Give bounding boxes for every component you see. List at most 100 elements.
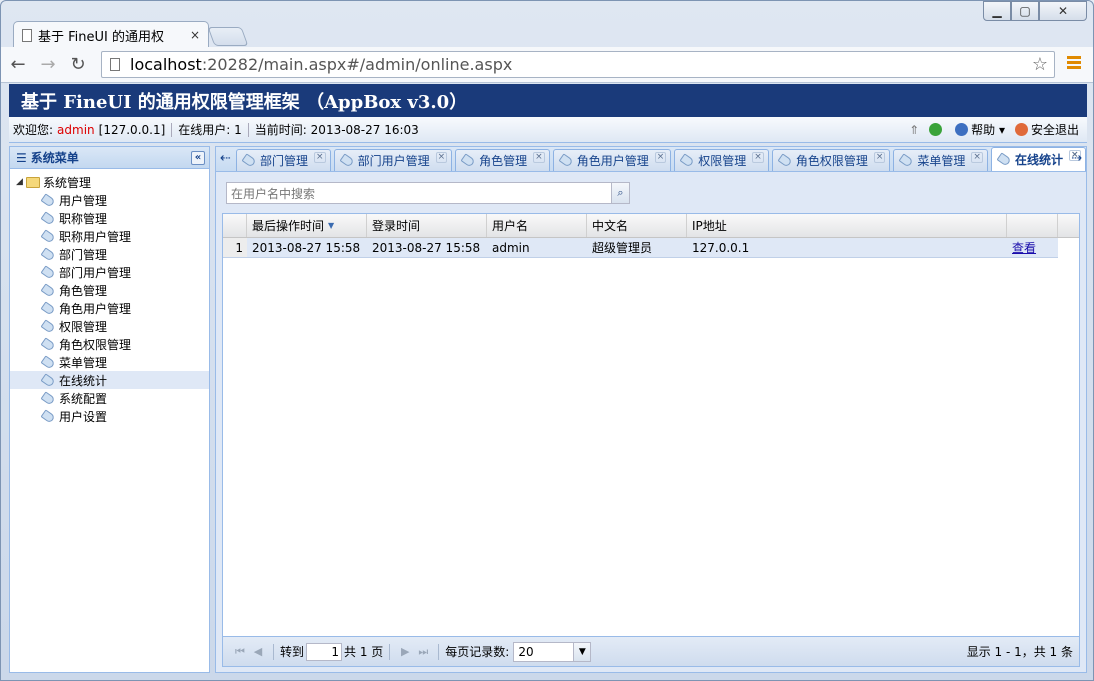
app-info-bar: 欢迎您: admin [127.0.0.1] 在线用户: 1 当前时间: 201… xyxy=(9,117,1087,143)
sidebar-item[interactable]: 用户管理 xyxy=(10,191,209,209)
window-controls: ▁ ▢ ✕ xyxy=(983,1,1087,21)
first-page-icon[interactable]: ⏮ xyxy=(231,645,249,659)
logout-button[interactable]: 安全退出 xyxy=(1014,121,1079,138)
column-header-login[interactable]: 登录时间 xyxy=(367,214,487,237)
back-arrow-icon[interactable]: ← xyxy=(5,52,31,78)
last-page-icon[interactable]: ⏭ xyxy=(414,645,432,659)
sidebar-item-label: 角色管理 xyxy=(59,283,108,298)
view-link[interactable]: 查看 xyxy=(1012,239,1036,256)
time-label: 当前时间: xyxy=(254,123,307,137)
help-button[interactable]: 帮助 ▾ xyxy=(955,121,1005,138)
column-header-last-op[interactable]: 最后操作时间 ▼ xyxy=(247,214,367,237)
main-tab[interactable]: 角色管理 × xyxy=(455,149,550,171)
sidebar-item[interactable]: 权限管理 xyxy=(10,317,209,335)
page-icon xyxy=(110,58,120,71)
main-tab[interactable]: 角色用户管理 × xyxy=(552,149,672,171)
cell-username: admin xyxy=(492,240,530,255)
prev-page-icon[interactable]: ◀ xyxy=(249,645,267,658)
sidebar-item[interactable]: 在线统计 xyxy=(10,371,209,389)
main-tab-label: 在线统计 xyxy=(1014,153,1063,167)
sidebar-item-label: 角色用户管理 xyxy=(59,301,132,316)
close-tab-icon[interactable]: × xyxy=(752,152,764,163)
address-bar[interactable]: localhost:20282/main.aspx#/admin/online.… xyxy=(101,51,1055,78)
rownum-header xyxy=(223,214,247,237)
close-tab-icon[interactable]: × xyxy=(435,152,448,163)
minimize-button[interactable]: ▁ xyxy=(983,1,1011,21)
search-icon[interactable]: ⌕ xyxy=(611,183,629,203)
main-tab-label: 角色管理 xyxy=(479,154,528,168)
tab-scroll-right-icon[interactable]: ⇢ xyxy=(1071,151,1082,166)
refresh-icon[interactable] xyxy=(929,123,945,136)
close-tab-icon[interactable]: × xyxy=(654,152,667,163)
forward-arrow-icon[interactable]: → xyxy=(35,52,61,78)
tag-icon xyxy=(40,372,56,388)
tag-icon xyxy=(777,153,793,168)
tag-icon xyxy=(40,354,56,370)
close-tab-icon[interactable]: × xyxy=(190,28,200,42)
sidebar-item-label: 用户设置 xyxy=(59,409,108,424)
sidebar-item[interactable]: 部门管理 xyxy=(10,245,209,263)
sidebar-item[interactable]: 菜单管理 xyxy=(10,353,209,371)
sidebar-item[interactable]: 用户设置 xyxy=(10,407,209,425)
close-tab-icon[interactable]: × xyxy=(971,152,983,163)
browser-tab-title: 基于 FineUI 的通用权 xyxy=(38,29,164,45)
column-header-ip[interactable]: IP地址 xyxy=(687,214,1007,237)
reload-icon[interactable]: ↻ xyxy=(65,52,91,78)
main-tab[interactable]: 角色权限管理 × xyxy=(771,149,891,171)
sidebar: ☰ 系统菜单 « ◢ 系统管理 用户管理 职称管理 职称用户管理 部门管理 部门用户管理… xyxy=(9,146,210,673)
main-tab[interactable]: 部门管理 × xyxy=(236,149,331,171)
close-tab-icon[interactable]: × xyxy=(873,152,886,163)
main-tab[interactable]: 部门用户管理 × xyxy=(333,149,453,171)
close-window-button[interactable]: ✕ xyxy=(1039,1,1087,21)
collapse-header-icon[interactable]: ⇑ xyxy=(909,123,919,137)
tree-root-system[interactable]: ◢ 系统管理 xyxy=(10,173,209,191)
cell-ip: 127.0.0.1 xyxy=(692,240,750,255)
search-input[interactable]: 在用户名中搜索 ⌕ xyxy=(226,182,630,204)
collapse-sidebar-button[interactable]: « xyxy=(191,150,205,165)
new-tab-button[interactable] xyxy=(207,27,249,46)
tag-icon xyxy=(339,153,355,168)
sidebar-title: 系统菜单 xyxy=(30,151,79,165)
cell-chinese-name: 超级管理员 xyxy=(592,241,653,255)
page-number-input[interactable] xyxy=(306,642,343,661)
sort-desc-icon: ▼ xyxy=(328,221,335,230)
page-size-select[interactable]: 20 ▼ xyxy=(513,641,592,662)
sidebar-item[interactable]: 角色权限管理 xyxy=(10,335,209,353)
close-tab-icon[interactable]: × xyxy=(533,152,545,163)
browser-tabstrip: 基于 FineUI 的通用权 × ▁ ▢ ✕ xyxy=(1,1,1093,48)
main-tab[interactable]: 权限管理 × xyxy=(674,149,769,171)
online-count: 1 xyxy=(234,122,242,137)
tag-icon xyxy=(40,408,56,424)
tag-icon xyxy=(898,153,914,168)
tag-icon xyxy=(460,153,476,168)
main-tab[interactable]: 菜单管理 × xyxy=(893,149,988,171)
sidebar-item[interactable]: 系统配置 xyxy=(10,389,209,407)
header-actions: ⇑ 帮助 ▾ 安全退出 xyxy=(899,121,1087,138)
current-user: admin xyxy=(57,122,95,137)
cell-last-op: 2013-08-27 15:58 xyxy=(252,240,361,255)
tab-scroll-left-icon[interactable]: ⇠ xyxy=(220,151,231,166)
column-header-chinese-name[interactable]: 中文名 xyxy=(587,214,687,237)
browser-menu-icon[interactable] xyxy=(1067,56,1081,71)
goto-label: 转到 xyxy=(280,645,305,659)
maximize-button[interactable]: ▢ xyxy=(1011,1,1039,21)
table-row[interactable]: 1 2013-08-27 15:58 2013-08-27 15:58 admi… xyxy=(223,238,1058,258)
main-tab-label: 部门管理 xyxy=(260,154,309,168)
sidebar-item[interactable]: 角色用户管理 xyxy=(10,299,209,317)
column-header-username[interactable]: 用户名 xyxy=(487,214,587,237)
sidebar-item[interactable]: 职称管理 xyxy=(10,209,209,227)
time-value: 2013-08-27 16:03 xyxy=(310,122,419,137)
sidebar-item[interactable]: 部门用户管理 xyxy=(10,263,209,281)
bookmark-star-icon[interactable]: ☆ xyxy=(1032,54,1048,75)
sidebar-item[interactable]: 职称用户管理 xyxy=(10,227,209,245)
close-tab-icon[interactable]: × xyxy=(314,152,326,163)
tag-icon xyxy=(40,192,56,208)
app-title: 基于 FineUI 的通用权限管理框架 （AppBox v3.0） xyxy=(21,91,468,113)
pager: ⏮ ◀ 转到 共 1 页 ▶ ⏭ 每页记录数: 20 ▼ 显示 1 - 1，共 xyxy=(223,636,1079,666)
main-tab-label: 部门用户管理 xyxy=(357,154,430,168)
browser-tab[interactable]: 基于 FineUI 的通用权 × xyxy=(13,21,209,48)
chevron-down-icon[interactable]: ▼ xyxy=(573,642,591,661)
next-page-icon[interactable]: ▶ xyxy=(396,645,414,658)
expand-triangle-icon[interactable]: ◢ xyxy=(16,177,26,187)
sidebar-item[interactable]: 角色管理 xyxy=(10,281,209,299)
